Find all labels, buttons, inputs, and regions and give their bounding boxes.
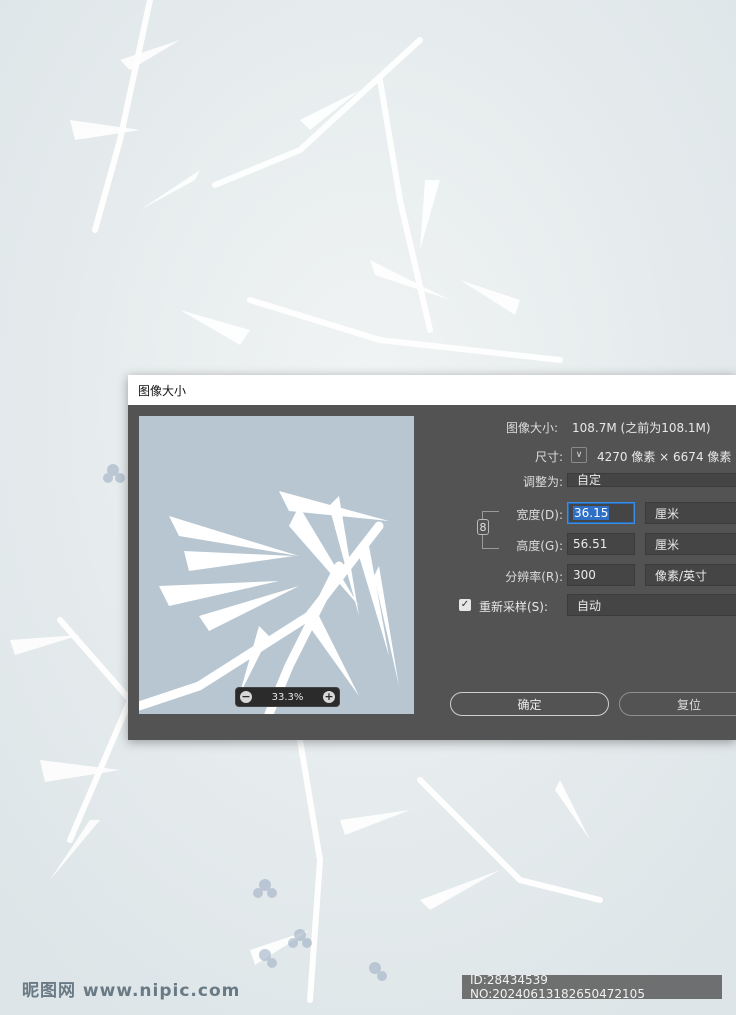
dimensions-value: 4270 像素 × 6674 像素 [597, 450, 732, 464]
width-unit: 厘米 [655, 506, 680, 521]
width-unit-dropdown[interactable]: 厘米 [645, 502, 736, 524]
height-unit-dropdown[interactable]: 厘米 [645, 533, 736, 555]
image-id-watermark: ID:28434539 NO:20240613182650472105 [462, 973, 722, 1001]
dialog-titlebar[interactable]: 图像大小 [128, 375, 736, 405]
resolution-unit: 像素/英寸 [655, 568, 708, 583]
site-watermark: 昵图网 www.nipic.com [22, 981, 241, 1001]
ok-button[interactable]: 确定 [450, 692, 609, 716]
fit-to-label: 调整为: [522, 475, 563, 489]
reset-button[interactable]: 复位 [619, 692, 736, 716]
image-preview[interactable]: − 33.3% + [139, 416, 414, 714]
height-label: 高度(G): [516, 539, 563, 553]
fit-to-value: 自定 [577, 473, 602, 487]
reset-label: 复位 [676, 697, 701, 712]
image-size-dialog: 图像大小 − 33.3% + 图像大小: 108.7M (之前为108.1M) … [128, 375, 736, 740]
dialog-title: 图像大小 [138, 383, 187, 398]
width-value: 36.15 [573, 506, 610, 520]
height-unit: 厘米 [655, 537, 680, 552]
zoom-out-icon[interactable]: − [240, 691, 252, 703]
resample-value: 自动 [577, 598, 602, 613]
resolution-unit-dropdown[interactable]: 像素/英寸 [645, 564, 736, 586]
resample-checkbox[interactable]: ✓ [459, 599, 471, 611]
zoom-level: 33.3% [271, 691, 304, 703]
dimensions-label: 尺寸: [534, 450, 563, 464]
image-size-value: 108.7M (之前为108.1M) [572, 421, 711, 435]
height-input[interactable]: 56.51 [567, 533, 635, 555]
chevron-down-icon[interactable]: ∨ [571, 447, 587, 463]
image-size-label: 图像大小: [505, 421, 558, 435]
width-input[interactable]: 36.15 [567, 502, 635, 524]
zoom-control: − 33.3% + [235, 687, 340, 707]
preview-artwork [139, 416, 414, 714]
ok-label: 确定 [517, 697, 542, 712]
resample-dropdown[interactable]: 自动 [567, 594, 736, 616]
fit-to-dropdown[interactable]: 自定 [567, 473, 736, 487]
link-icon[interactable]: 8 [477, 519, 489, 535]
resample-label: 重新采样(S): [479, 600, 549, 614]
height-value: 56.51 [573, 537, 608, 551]
width-label: 宽度(D): [516, 508, 563, 522]
resolution-value: 300 [573, 568, 596, 582]
resolution-input[interactable]: 300 [567, 564, 635, 586]
resolution-label: 分辨率(R): [505, 570, 563, 584]
zoom-in-icon[interactable]: + [323, 691, 335, 703]
